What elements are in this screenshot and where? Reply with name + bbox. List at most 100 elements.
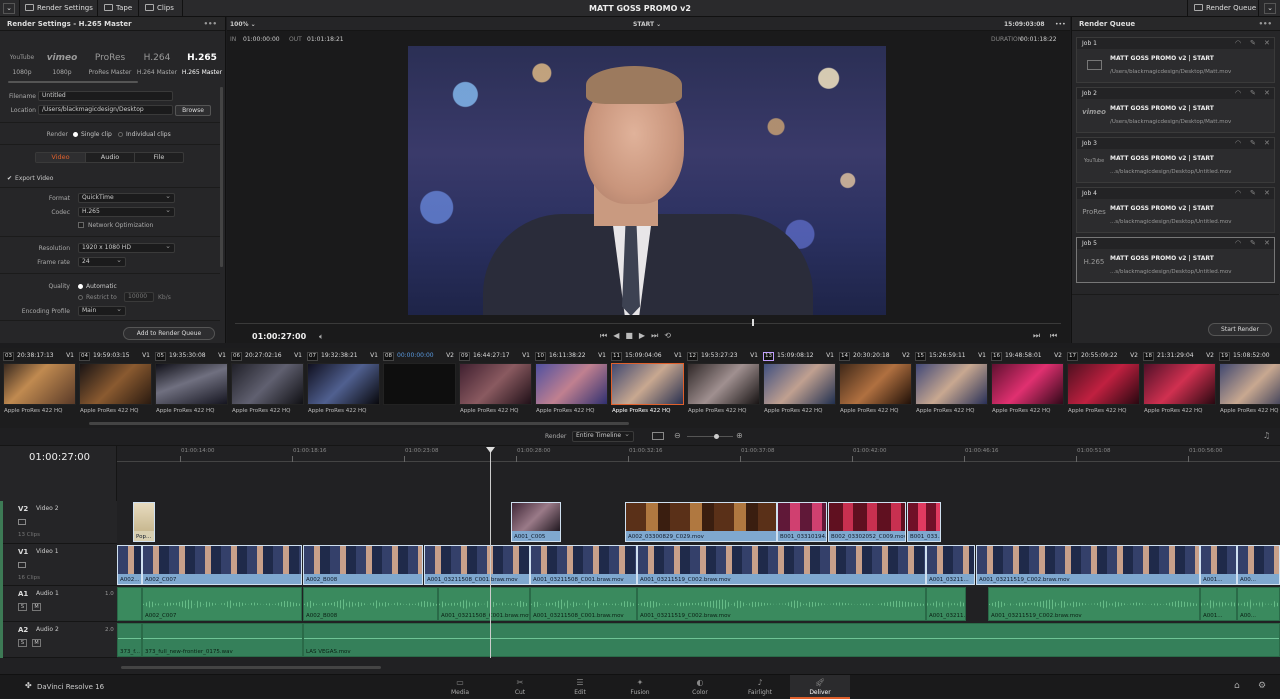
video-clip[interactable]: B001_03310194... bbox=[777, 502, 827, 542]
remove-icon[interactable]: ✕ bbox=[1264, 188, 1270, 199]
video-clip[interactable]: A001_03211519_C002.braw.mov bbox=[637, 545, 926, 585]
timeline-scrollbar[interactable] bbox=[121, 666, 381, 669]
edit-icon[interactable]: ✎ bbox=[1250, 238, 1256, 249]
render-range-select[interactable]: Entire Timeline bbox=[572, 430, 634, 442]
audio-clip[interactable]: A001_03211508_C001.braw.mov bbox=[438, 587, 530, 621]
audio-meter-icon[interactable]: ♫ bbox=[1263, 431, 1270, 440]
track-v1-monitor-icon[interactable] bbox=[18, 562, 26, 568]
video-clip[interactable]: B001_033... bbox=[907, 502, 941, 542]
stop-icon[interactable]: ■ bbox=[625, 331, 639, 340]
clip-thumbnail[interactable] bbox=[459, 363, 532, 405]
audio-clip[interactable]: A00... bbox=[1237, 587, 1280, 621]
zoom-select[interactable]: 100% ⌄ bbox=[230, 21, 256, 28]
edit-icon[interactable]: ✎ bbox=[1250, 88, 1256, 99]
format-select[interactable]: QuickTime bbox=[78, 192, 175, 203]
video-clip[interactable]: A002_C007 bbox=[142, 545, 302, 585]
restrict-bitrate-field[interactable]: 10000 bbox=[124, 292, 154, 302]
viewer-scrubber[interactable] bbox=[235, 323, 1061, 324]
page-fusion[interactable]: ✦ Fusion bbox=[610, 675, 670, 699]
prev-clip-icon[interactable]: ⏮︎ bbox=[1050, 331, 1057, 341]
filename-field[interactable]: Untitled bbox=[38, 91, 173, 101]
page-color[interactable]: ◐ Color bbox=[670, 675, 730, 699]
settings-scrollbar[interactable] bbox=[220, 87, 223, 267]
render-job[interactable]: Job 5 ◠ ✎ ✕ H.265 MATT GOSS PROMO v2 | START.… bbox=[1076, 237, 1275, 283]
audio-clip[interactable]: A002_B008 bbox=[303, 587, 438, 621]
page-fairlight[interactable]: ♪ Fairlight bbox=[730, 675, 790, 699]
scrubber-playhead[interactable] bbox=[752, 319, 754, 326]
zoom-slider-handle[interactable] bbox=[714, 434, 719, 439]
next-clip-icon[interactable]: ⏭︎ bbox=[1033, 331, 1040, 341]
quality-automatic-radio[interactable]: Automatic bbox=[78, 283, 117, 290]
audio-clip[interactable]: A001_03211508_C001.braw.mov bbox=[530, 587, 637, 621]
remove-icon[interactable]: ✕ bbox=[1264, 138, 1270, 149]
in-timecode[interactable]: 01:00:00:00 bbox=[243, 36, 280, 43]
individual-clips-radio[interactable]: Individual clips bbox=[118, 131, 171, 138]
edit-icon[interactable]: ✎ bbox=[1250, 38, 1256, 49]
page-cut[interactable]: ✂︎ Cut bbox=[490, 675, 550, 699]
info-icon[interactable]: ◠ bbox=[1235, 38, 1241, 49]
clip-thumbnail[interactable] bbox=[3, 363, 76, 405]
clip-thumbnail[interactable] bbox=[79, 363, 152, 405]
clip-thumbnail[interactable] bbox=[535, 363, 608, 405]
video-clip[interactable]: A002... bbox=[117, 545, 142, 585]
clip-thumbnail[interactable] bbox=[915, 363, 988, 405]
clip-strip-scrollbar[interactable] bbox=[89, 422, 629, 425]
video-clip[interactable]: Pop... bbox=[133, 502, 155, 542]
encoding-profile-select[interactable]: Main bbox=[78, 305, 126, 316]
marker-select[interactable]: START ⌄ bbox=[633, 21, 661, 28]
video-clip[interactable]: A001_03211508_C001.braw.mov bbox=[530, 545, 637, 585]
remove-icon[interactable]: ✕ bbox=[1264, 38, 1270, 49]
render-job[interactable]: Job 1 ◠ ✎ ✕ MATT GOSS PROMO v2 | START/Users… bbox=[1076, 37, 1275, 83]
info-icon[interactable]: ◠ bbox=[1235, 138, 1241, 149]
audio-clip[interactable]: A001_03211519_C002.braw.mov bbox=[988, 587, 1200, 621]
video-clip[interactable]: A001_C005 bbox=[511, 502, 561, 542]
track-v2-monitor-icon[interactable] bbox=[18, 519, 26, 525]
timeline-ruler[interactable]: 01:00:14:00 01:00:18:16 01:00:23:08 01:00:2… bbox=[117, 448, 1280, 462]
volume-icon[interactable]: 🔈︎ bbox=[319, 332, 324, 342]
queue-options-icon[interactable]: ••• bbox=[1259, 17, 1272, 31]
settings-gear-icon[interactable]: ⚙︎ bbox=[1258, 681, 1266, 691]
clip-thumbnail[interactable] bbox=[155, 363, 228, 405]
start-render-button[interactable]: Start Render bbox=[1208, 323, 1272, 336]
viewer-options-icon[interactable]: ••• bbox=[1055, 21, 1066, 28]
resolution-select[interactable]: 1920 x 1080 HD bbox=[78, 242, 175, 253]
single-clip-radio[interactable]: Single clip bbox=[73, 131, 112, 138]
remove-icon[interactable]: ✕ bbox=[1264, 238, 1270, 249]
a1-mute-button[interactable]: M bbox=[32, 603, 41, 611]
clip-thumbnail[interactable] bbox=[383, 363, 456, 405]
add-to-render-queue-button[interactable]: Add to Render Queue bbox=[123, 327, 215, 340]
restrict-to-radio[interactable]: Restrict to bbox=[78, 294, 117, 301]
a2-solo-button[interactable]: S bbox=[18, 639, 27, 647]
video-clip[interactable]: A002_03300829_C029.mov bbox=[625, 502, 777, 542]
options-icon[interactable]: ••• bbox=[204, 17, 217, 31]
jump-end-icon[interactable]: ⏭︎ bbox=[651, 331, 664, 340]
audio-clip[interactable] bbox=[117, 587, 142, 621]
remove-icon[interactable]: ✕ bbox=[1264, 88, 1270, 99]
location-field[interactable]: /Users/blackmagicdesign/Desktop bbox=[38, 105, 173, 115]
out-timecode[interactable]: 01:01:18:21 bbox=[307, 36, 344, 43]
tab-audio[interactable]: Audio bbox=[85, 153, 134, 162]
timeline-playhead[interactable] bbox=[490, 448, 491, 658]
video-clip[interactable]: A001_03211519_C002.braw.mov bbox=[976, 545, 1200, 585]
play-icon[interactable]: ▶ bbox=[639, 331, 651, 340]
preset-h264[interactable]: H.264 H.264 Master bbox=[135, 47, 179, 87]
jump-start-icon[interactable]: ⏮︎ bbox=[600, 331, 613, 340]
preset-h265[interactable]: H.265 H.265 Master bbox=[180, 47, 224, 87]
video-clip[interactable]: A001... bbox=[1200, 545, 1237, 585]
video-clip[interactable]: A00... bbox=[1237, 545, 1280, 585]
a1-solo-button[interactable]: S bbox=[18, 603, 27, 611]
video-clip[interactable]: A001_03211... bbox=[926, 545, 975, 585]
clip-thumbnail[interactable] bbox=[839, 363, 912, 405]
tab-file[interactable]: File bbox=[134, 153, 183, 162]
reverse-play-icon[interactable]: ◀ bbox=[613, 331, 625, 340]
audio-clip[interactable]: A001_03211519_C002.braw.mov bbox=[637, 587, 926, 621]
timeline-view-icon[interactable] bbox=[652, 432, 664, 440]
info-icon[interactable]: ◠ bbox=[1235, 188, 1241, 199]
page-edit[interactable]: ☰ Edit bbox=[550, 675, 610, 699]
video-clip[interactable]: B002_03302052_C009.mov bbox=[828, 502, 906, 542]
video-clip[interactable]: A001_03211508_C001.braw.mov bbox=[424, 545, 530, 585]
audio-clip[interactable]: LAS VEGAS.mov bbox=[303, 623, 1280, 657]
a2-mute-button[interactable]: M bbox=[32, 639, 41, 647]
codec-select[interactable]: H.265 bbox=[78, 206, 175, 217]
loop-icon[interactable]: ⟲ bbox=[664, 331, 677, 340]
